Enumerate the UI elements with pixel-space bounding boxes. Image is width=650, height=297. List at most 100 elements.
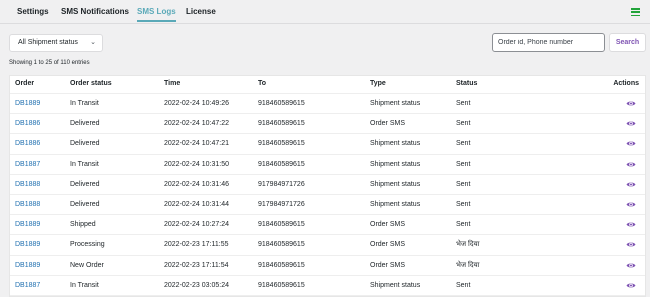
order-link[interactable]: DB1886 [15, 134, 40, 154]
type-cell: Order SMS [370, 221, 406, 229]
recipient-cell: 918460589615 [258, 140, 305, 148]
order-status-cell: In Transit [70, 100, 99, 107]
sms-logs-table: Order Order status Time To Type Status A… [9, 75, 646, 297]
status-cell: Sent [456, 221, 471, 229]
time-cell: 2022-02-24 10:31:46 [164, 180, 229, 188]
table-row: DB1889 New Order 2022-02-23 17:11:54 918460… [10, 256, 645, 276]
recipient-cell: 917984971726 [258, 180, 305, 188]
order-status-cell: Delivered [70, 140, 100, 148]
tab-license[interactable]: License [186, 7, 216, 16]
type-cell: Shipment status [370, 281, 421, 289]
order-status-cell: Delivered [70, 200, 100, 208]
hamburger-menu-icon[interactable] [631, 8, 640, 17]
status-cell: Sent [456, 281, 471, 289]
time-cell: 2022-02-23 17:11:55 [164, 241, 229, 249]
recipient-cell: 917984971726 [258, 200, 305, 208]
type-cell: Shipment status [370, 140, 421, 148]
status-cell: भेज दिया [456, 241, 480, 249]
column-header-actions: Actions [613, 80, 639, 87]
table-row: DB1889 In Transit 2022-02-24 10:49:26 91846… [10, 94, 645, 115]
order-status-cell: Delivered [70, 120, 100, 128]
tab-bar: Settings SMS Notifications SMS Logs Lice… [0, 0, 650, 24]
shipment-status-select[interactable]: All Shipment status ⌄ [9, 34, 103, 52]
search-button[interactable]: Search [609, 33, 646, 52]
tab-sms-notifications[interactable]: SMS Notifications [61, 7, 129, 16]
search-input[interactable] [492, 33, 605, 52]
table-row: DB1887 In Transit 2022-02-24 10:31:50 91846… [10, 155, 645, 175]
eye-icon[interactable] [626, 282, 636, 289]
time-cell: 2022-02-23 17:11:54 [164, 261, 229, 269]
status-cell: Sent [456, 120, 471, 128]
time-cell: 2022-02-24 10:47:22 [164, 120, 229, 128]
order-status-cell: Shipped [70, 221, 96, 229]
column-header-to: To [258, 80, 267, 87]
order-status-cell: In Transit [70, 160, 99, 168]
column-header-time: Time [164, 80, 181, 87]
status-cell: Sent [456, 140, 471, 148]
order-link[interactable]: DB1889 [15, 235, 40, 255]
recipient-cell: 918460589615 [258, 160, 305, 168]
order-link[interactable]: DB1889 [15, 94, 40, 114]
table-row: DB1887 In Transit 2022-02-23 03:05:24 91846… [10, 276, 645, 296]
type-cell: Shipment status [370, 180, 421, 188]
eye-icon[interactable] [626, 140, 636, 147]
order-link[interactable]: DB1889 [15, 256, 40, 276]
eye-icon[interactable] [626, 100, 636, 107]
table-row: DB1888 Delivered 2022-02-24 10:31:46 917984… [10, 175, 645, 195]
order-status-cell: In Transit [70, 281, 99, 289]
table-body: DB1889 In Transit 2022-02-24 10:49:26 91846… [10, 94, 645, 296]
status-cell: भेज दिया [456, 261, 480, 269]
order-link[interactable]: DB1886 [15, 114, 40, 134]
entries-info: Showing 1 to 25 of 110 entries [9, 60, 90, 66]
table-row: DB1889 Shipped 2022-02-24 10:27:24 91846058… [10, 215, 645, 236]
column-header-order: Order [15, 80, 35, 87]
status-cell: Sent [456, 160, 471, 168]
type-cell: Shipment status [370, 200, 421, 208]
order-status-cell: Delivered [70, 180, 100, 188]
time-cell: 2022-02-23 03:05:24 [164, 281, 229, 289]
type-cell: Order SMS [370, 241, 406, 249]
shipment-status-selected: All Shipment status [18, 39, 78, 46]
time-cell: 2022-02-24 10:31:44 [164, 200, 229, 208]
time-cell: 2022-02-24 10:31:50 [164, 160, 229, 168]
time-cell: 2022-02-24 10:27:24 [164, 221, 229, 229]
eye-icon[interactable] [626, 221, 636, 228]
order-status-cell: New Order [70, 261, 104, 269]
type-cell: Order SMS [370, 261, 406, 269]
recipient-cell: 918460589615 [258, 281, 305, 289]
type-cell: Order SMS [370, 120, 406, 128]
order-link[interactable]: DB1887 [15, 155, 40, 175]
table-row: DB1888 Delivered 2022-02-24 10:31:44 917984… [10, 195, 645, 216]
status-cell: Sent [456, 180, 471, 188]
eye-icon[interactable] [626, 120, 636, 127]
type-cell: Shipment status [370, 100, 421, 107]
eye-icon[interactable] [626, 241, 636, 248]
eye-icon[interactable] [626, 161, 636, 168]
time-cell: 2022-02-24 10:47:21 [164, 140, 229, 148]
tab-sms-logs[interactable]: SMS Logs [137, 7, 176, 22]
recipient-cell: 918460589615 [258, 100, 305, 107]
tab-settings[interactable]: Settings [17, 7, 49, 16]
column-header-status: Status [456, 80, 478, 87]
order-status-cell: Processing [70, 241, 105, 249]
column-header-type: Type [370, 80, 386, 87]
time-cell: 2022-02-24 10:49:26 [164, 100, 229, 107]
recipient-cell: 918460589615 [258, 120, 305, 128]
recipient-cell: 918460589615 [258, 241, 305, 249]
table-row: DB1889 Processing 2022-02-23 17:11:55 91846… [10, 235, 645, 256]
recipient-cell: 918460589615 [258, 221, 305, 229]
eye-icon[interactable] [626, 262, 636, 269]
table-row: DB1886 Delivered 2022-02-24 10:47:22 918460… [10, 114, 645, 135]
column-header-order-status: Order status [70, 80, 112, 87]
eye-icon[interactable] [626, 181, 636, 188]
recipient-cell: 918460589615 [258, 261, 305, 269]
status-cell: Sent [456, 200, 471, 208]
chevron-down-icon: ⌄ [90, 39, 96, 46]
order-link[interactable]: DB1889 [15, 215, 40, 235]
order-link[interactable]: DB1888 [15, 195, 40, 215]
eye-icon[interactable] [626, 201, 636, 208]
table-header-row: Order Order status Time To Type Status A… [10, 76, 645, 94]
order-link[interactable]: DB1888 [15, 175, 40, 195]
status-cell: Sent [456, 100, 471, 107]
order-link[interactable]: DB1887 [15, 276, 40, 296]
